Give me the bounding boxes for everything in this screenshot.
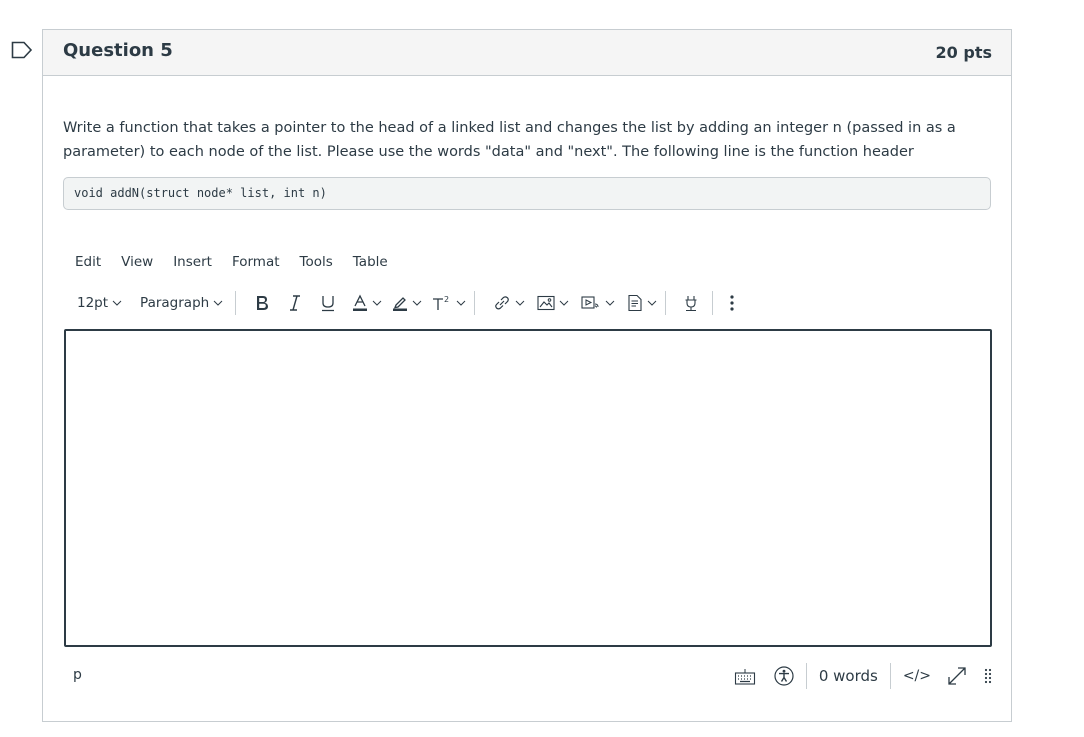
font-size-select[interactable]: 12pt (77, 288, 122, 318)
document-button[interactable] (627, 288, 657, 318)
accessibility-icon (774, 666, 794, 686)
more-vertical-icon (729, 294, 735, 312)
keyboard-shortcuts-button[interactable] (734, 661, 756, 691)
media-button[interactable] (581, 288, 615, 318)
image-button[interactable] (537, 288, 569, 318)
accessibility-checker-button[interactable] (774, 661, 794, 691)
svg-text:2: 2 (444, 295, 449, 304)
question-text: Write a function that takes a pointer to… (63, 120, 956, 160)
menu-view[interactable]: View (109, 254, 161, 276)
block-format-value: Paragraph (140, 295, 210, 311)
italic-button[interactable] (288, 288, 302, 318)
editor-toolbar: 12pt Paragraph 2 (63, 288, 993, 318)
flag-question-icon[interactable] (11, 41, 33, 59)
word-count[interactable]: 0 words (819, 667, 878, 685)
document-icon (627, 294, 643, 312)
toolbar-divider (665, 291, 667, 315)
question-points: 20 pts (935, 43, 992, 62)
bold-button[interactable] (254, 288, 270, 318)
chevron-down-icon (605, 300, 615, 306)
editor-statusbar: p 0 words </> (63, 662, 993, 690)
html-editor-toggle[interactable]: </> (903, 661, 931, 691)
plug-icon (682, 294, 700, 312)
underline-button[interactable] (320, 288, 336, 318)
media-icon (581, 295, 601, 311)
menu-insert[interactable]: Insert (161, 254, 220, 276)
link-icon (493, 294, 511, 312)
chevron-down-icon (559, 300, 569, 306)
toolbar-divider (712, 291, 714, 315)
superscript-button[interactable]: 2 (432, 288, 466, 318)
text-color-icon (352, 294, 368, 312)
menu-table[interactable]: Table (341, 254, 396, 276)
fullscreen-button[interactable] (947, 661, 967, 691)
status-divider (805, 663, 807, 689)
bold-icon (254, 294, 270, 312)
toolbar-divider (235, 291, 237, 315)
menu-tools[interactable]: Tools (288, 254, 341, 276)
chevron-down-icon (112, 300, 122, 306)
menu-format[interactable]: Format (220, 254, 288, 276)
question-title: Question 5 (63, 40, 173, 61)
chevron-down-icon (412, 300, 422, 306)
font-size-value: 12pt (77, 295, 109, 311)
resize-handle[interactable] (983, 661, 993, 691)
italic-icon (288, 294, 302, 312)
chevron-down-icon (515, 300, 525, 306)
rich-text-editor-area[interactable] (64, 329, 992, 647)
menu-edit[interactable]: Edit (63, 254, 109, 276)
link-button[interactable] (493, 288, 525, 318)
apps-button[interactable] (682, 288, 700, 318)
element-path[interactable]: p (73, 667, 82, 683)
statusbar-controls: 0 words </> (734, 662, 993, 690)
highlight-color-button[interactable] (392, 288, 422, 318)
chevron-down-icon (647, 300, 657, 306)
toolbar-divider (474, 291, 476, 315)
image-icon (537, 295, 555, 311)
chevron-down-icon (372, 300, 382, 306)
editor-menubar: Edit View Insert Format Tools Table (63, 254, 396, 276)
status-divider (889, 663, 891, 689)
chevron-down-icon (456, 300, 466, 306)
text-color-button[interactable] (352, 288, 382, 318)
block-format-select[interactable]: Paragraph (140, 288, 223, 318)
expand-icon (947, 666, 967, 686)
more-options-button[interactable] (729, 288, 735, 318)
keyboard-icon (734, 667, 756, 685)
chevron-down-icon (213, 300, 223, 306)
resize-handle-icon (983, 666, 993, 686)
superscript-icon: 2 (432, 294, 452, 312)
question-header: Question 5 20 pts (43, 30, 1011, 76)
underline-icon (320, 294, 336, 312)
highlight-icon (392, 294, 408, 312)
question-card: Question 5 20 pts Write a function that … (42, 29, 1012, 722)
function-header-code: void addN(struct node* list, int n) (63, 177, 991, 210)
